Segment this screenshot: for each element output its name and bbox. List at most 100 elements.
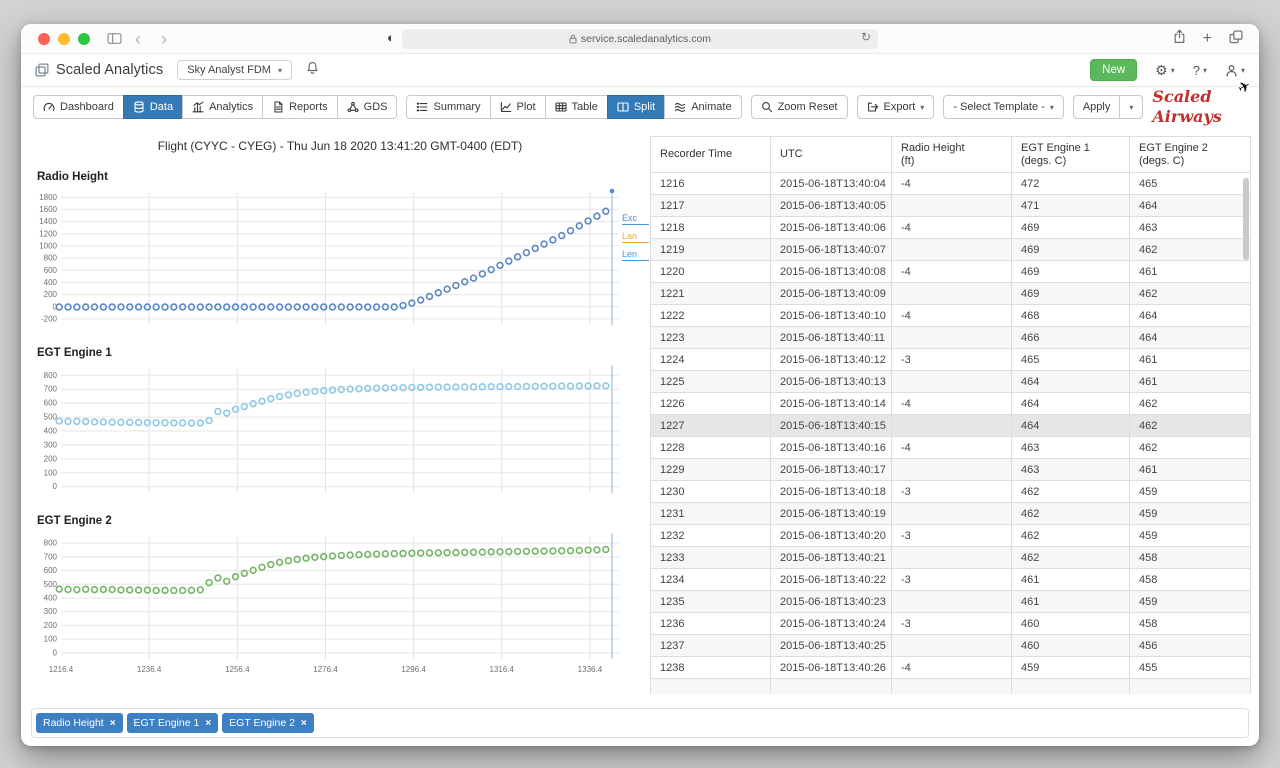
summary-button[interactable]: Summary: [406, 95, 490, 119]
event-annotation-label[interactable]: Len: [622, 249, 649, 261]
reports-button[interactable]: Reports: [262, 95, 338, 119]
table-row[interactable]: 12252015-06-18T13:40:13464461: [651, 371, 1251, 393]
table-cell: 1217: [651, 195, 771, 217]
split-button[interactable]: Split: [607, 95, 665, 119]
tab-overview-icon[interactable]: [1229, 30, 1243, 49]
app-brand: Scaled Analytics: [35, 62, 163, 78]
user-menu[interactable]: ▾: [1225, 64, 1245, 77]
table-cell: 462: [1130, 415, 1251, 437]
table-row[interactable]: 12182015-06-18T13:40:06-4469463: [651, 217, 1251, 239]
table-row[interactable]: 12172015-06-18T13:40:05471464: [651, 195, 1251, 217]
column-header-radio-height[interactable]: Radio Height(ft): [892, 137, 1012, 173]
table-row[interactable]: 12192015-06-18T13:40:07469462: [651, 239, 1251, 261]
table-row[interactable]: 12282015-06-18T13:40:16-4463462: [651, 437, 1251, 459]
event-annotation-label[interactable]: Lan: [622, 231, 649, 243]
column-header-egt-engine-2[interactable]: EGT Engine 2(degs. C): [1130, 137, 1251, 173]
column-header-utc[interactable]: UTC: [771, 137, 892, 173]
table-row[interactable]: 12362015-06-18T13:40:24-3460458: [651, 613, 1251, 635]
remove-tag-icon[interactable]: ×: [110, 718, 116, 729]
close-window-button[interactable]: [38, 33, 50, 45]
analytics-button[interactable]: Analytics: [182, 95, 263, 119]
template-select[interactable]: - Select Template - ▾: [943, 95, 1064, 119]
table-row[interactable]: 12212015-06-18T13:40:09469462: [651, 283, 1251, 305]
table-cell: 464: [1130, 195, 1251, 217]
table-row[interactable]: 12322015-06-18T13:40:20-3462459: [651, 525, 1251, 547]
table-row[interactable]: 12262015-06-18T13:40:14-4464462: [651, 393, 1251, 415]
notifications-bell-icon[interactable]: [306, 61, 319, 80]
sidebar-toggle-icon[interactable]: [107, 32, 122, 50]
table-row[interactable]: 12342015-06-18T13:40:22-3461458: [651, 569, 1251, 591]
table-cell: 463: [1012, 437, 1130, 459]
dashboard-button[interactable]: Dashboard: [33, 95, 124, 119]
table-cell: 1216: [651, 173, 771, 195]
parameter-tag[interactable]: Radio Height×: [36, 713, 123, 733]
zoom-window-button[interactable]: [78, 33, 90, 45]
svg-text:100: 100: [44, 468, 58, 477]
privacy-shield-icon[interactable]: ◐: [387, 30, 395, 45]
column-header-egt-engine-1[interactable]: EGT Engine 1(degs. C): [1012, 137, 1130, 173]
settings-menu[interactable]: ⚙▾: [1155, 62, 1175, 79]
table-cell: 466: [1012, 327, 1130, 349]
column-header-recorder-time[interactable]: Recorder Time: [651, 137, 771, 173]
table-row[interactable]: 12292015-06-18T13:40:17463461: [651, 459, 1251, 481]
apply-dropdown-button[interactable]: ▾: [1119, 95, 1143, 119]
back-button[interactable]: ‹: [135, 28, 141, 50]
list-icon: [416, 101, 428, 113]
table-row[interactable]: [651, 679, 1251, 695]
table-row[interactable]: 12382015-06-18T13:40:26-4459455: [651, 657, 1251, 679]
remove-tag-icon[interactable]: ×: [301, 718, 307, 729]
plot-button[interactable]: Plot: [490, 95, 546, 119]
table-row[interactable]: 12352015-06-18T13:40:23461459: [651, 591, 1251, 613]
forward-button[interactable]: ›: [161, 28, 167, 50]
table-icon: [555, 101, 567, 113]
table-row[interactable]: 12302015-06-18T13:40:18-3462459: [651, 481, 1251, 503]
data-button[interactable]: Data: [123, 95, 183, 119]
table-cell: 2015-06-18T13:40:09: [771, 283, 892, 305]
table-cell: 2015-06-18T13:40:10: [771, 305, 892, 327]
table-scrollbar-thumb[interactable]: [1243, 178, 1249, 260]
network-icon: [347, 101, 359, 113]
table-row[interactable]: 12222015-06-18T13:40:10-4468464: [651, 305, 1251, 327]
apply-button[interactable]: Apply: [1073, 95, 1121, 119]
share-icon[interactable]: [1173, 29, 1186, 49]
data-table-panel: Recorder Time UTC Radio Height(ft) EGT E…: [650, 136, 1251, 694]
egt-engine-1-chart[interactable]: 0100200300400500600700800: [31, 363, 649, 501]
gds-button[interactable]: GDS: [337, 95, 398, 119]
table-cell: 464: [1130, 327, 1251, 349]
workspace-select[interactable]: Sky Analyst FDM ▾: [177, 60, 292, 80]
table-cell: 1234: [651, 569, 771, 591]
table-row[interactable]: 12332015-06-18T13:40:21462458: [651, 547, 1251, 569]
new-button[interactable]: New: [1090, 59, 1137, 81]
table-row[interactable]: 12162015-06-18T13:40:04-4472465: [651, 173, 1251, 195]
gear-icon: ⚙: [1155, 62, 1168, 79]
minimize-window-button[interactable]: [58, 33, 70, 45]
parameter-tag[interactable]: EGT Engine 2×: [222, 713, 314, 733]
animate-button[interactable]: Animate: [664, 95, 741, 119]
svg-text:1200: 1200: [39, 229, 57, 238]
svg-text:100: 100: [44, 635, 58, 644]
reload-icon[interactable]: ↻: [861, 30, 871, 44]
table-cell: 460: [1012, 613, 1130, 635]
table-row[interactable]: 12232015-06-18T13:40:11466464: [651, 327, 1251, 349]
event-annotation-label[interactable]: Exc: [622, 213, 649, 225]
table-row[interactable]: 12372015-06-18T13:40:25460456: [651, 635, 1251, 657]
table-row[interactable]: 12202015-06-18T13:40:08-4469461: [651, 261, 1251, 283]
help-menu[interactable]: ?▾: [1193, 63, 1207, 78]
table-cell: 463: [1012, 459, 1130, 481]
table-row[interactable]: 12272015-06-18T13:40:15464462: [651, 415, 1251, 437]
address-bar[interactable]: service.scaledanalytics.com ↻: [402, 29, 878, 49]
zoom-reset-button[interactable]: Zoom Reset: [751, 95, 848, 119]
table-cell: 1233: [651, 547, 771, 569]
remove-tag-icon[interactable]: ×: [205, 718, 211, 729]
table-button[interactable]: Table: [545, 95, 608, 119]
export-button[interactable]: Export ▾: [857, 95, 935, 119]
gauge-icon: [43, 101, 55, 113]
table-row[interactable]: 12242015-06-18T13:40:12-3465461: [651, 349, 1251, 371]
new-tab-icon[interactable]: +: [1203, 32, 1212, 46]
parameter-tag[interactable]: EGT Engine 1×: [127, 713, 219, 733]
table-row[interactable]: 12312015-06-18T13:40:19462459: [651, 503, 1251, 525]
radio-height-chart[interactable]: -200020040060080010001200140016001800: [31, 187, 649, 333]
egt-engine-2-chart[interactable]: 01002003004005006007008001216.41236.4125…: [31, 531, 649, 679]
chart-label-egt-engine-2: EGT Engine 2: [37, 515, 649, 527]
table-cell: 2015-06-18T13:40:04: [771, 173, 892, 195]
